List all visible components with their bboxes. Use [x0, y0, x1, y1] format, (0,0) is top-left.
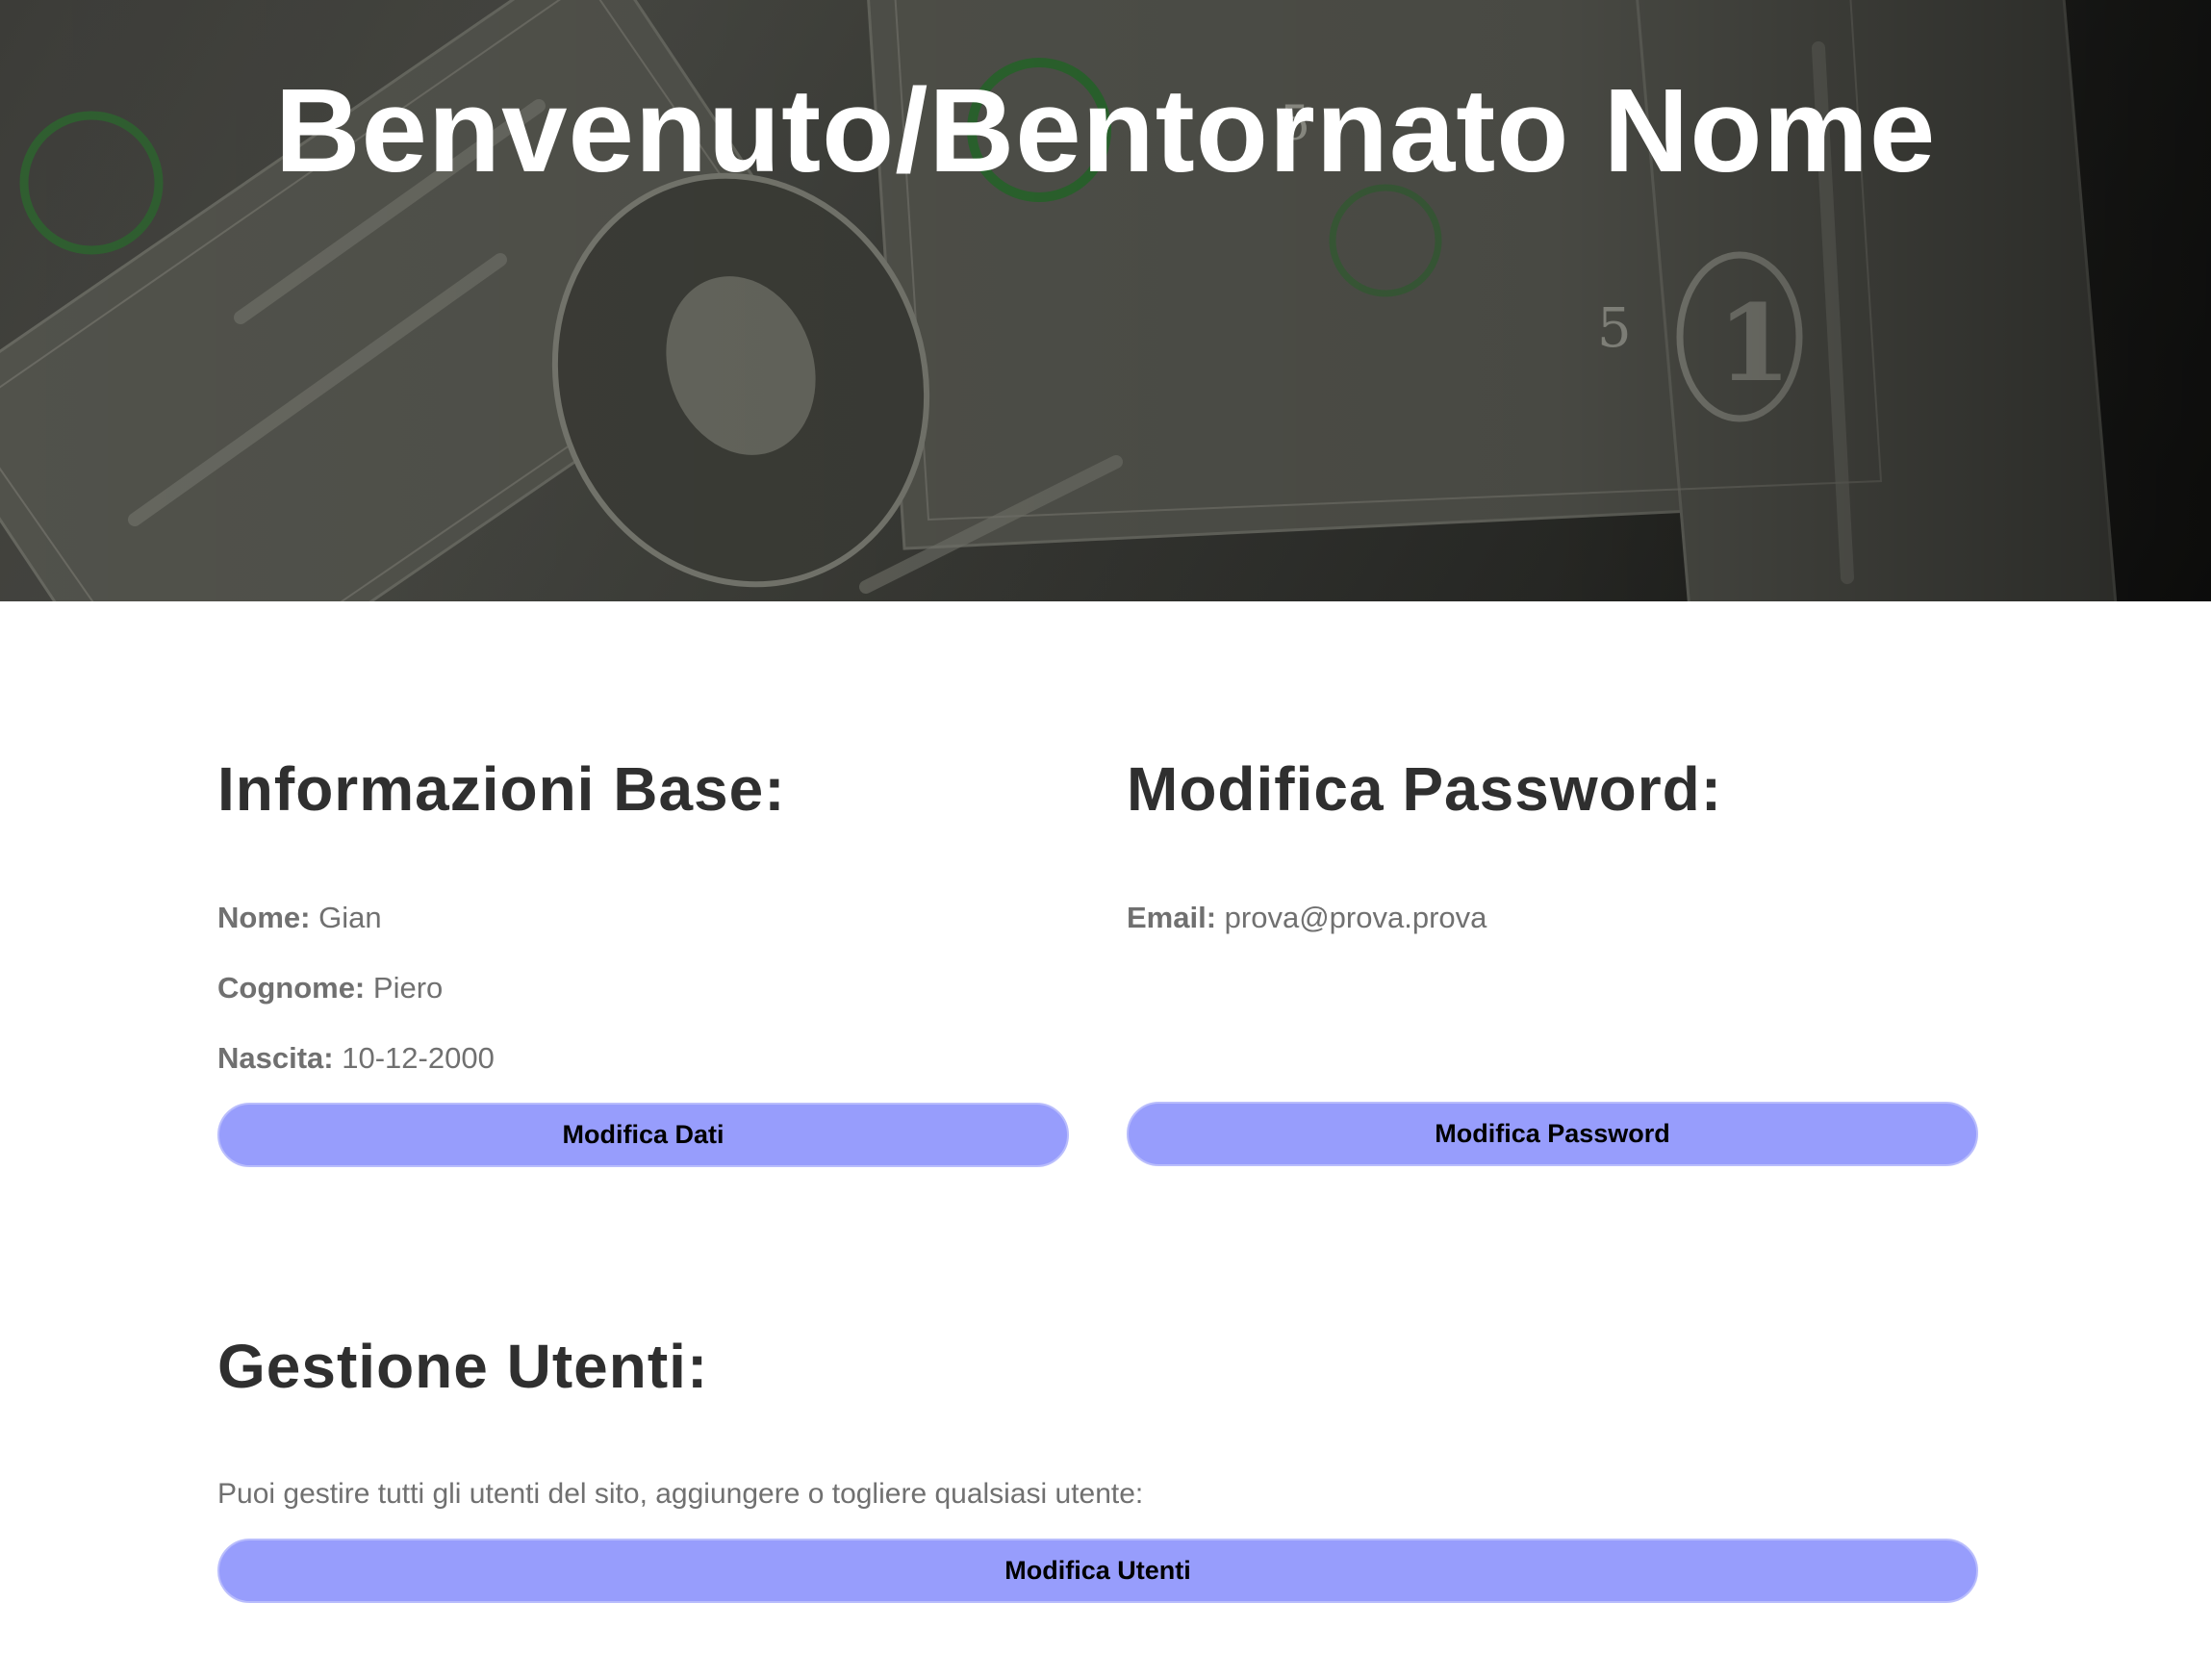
edit-users-button[interactable]: Modifica Utenti — [217, 1539, 1978, 1603]
last-name-value: Piero — [372, 971, 444, 1005]
basic-info-title: Informazioni Base: — [217, 754, 786, 824]
password-title: Modifica Password: — [1127, 754, 1722, 824]
hero-banner: 1 5 5 Benvenuto/Bentornato Nome — [0, 0, 2211, 601]
email-row: Email: prova@prova.prova — [1127, 899, 1487, 937]
birth-date-row: Nascita: 10-12-2000 — [217, 1039, 495, 1078]
last-name-row: Cognome: Piero — [217, 969, 443, 1007]
first-name-row: Nome: Gian — [217, 899, 382, 937]
user-management-description: Puoi gestire tutti gli utenti del sito, … — [217, 1478, 1144, 1510]
birth-date-value: 10-12-2000 — [342, 1041, 495, 1075]
birth-date-label: Nascita: — [217, 1041, 334, 1075]
email-label: Email: — [1127, 901, 1217, 934]
email-value: prova@prova.prova — [1224, 901, 1487, 934]
edit-data-button[interactable]: Modifica Dati — [217, 1103, 1069, 1167]
first-name-value: Gian — [318, 901, 382, 934]
user-management-title: Gestione Utenti: — [217, 1332, 709, 1401]
last-name-label: Cognome: — [217, 971, 366, 1005]
edit-password-button[interactable]: Modifica Password — [1127, 1102, 1978, 1166]
hero-title: Benvenuto/Bentornato Nome — [274, 65, 1937, 198]
first-name-label: Nome: — [217, 901, 311, 934]
